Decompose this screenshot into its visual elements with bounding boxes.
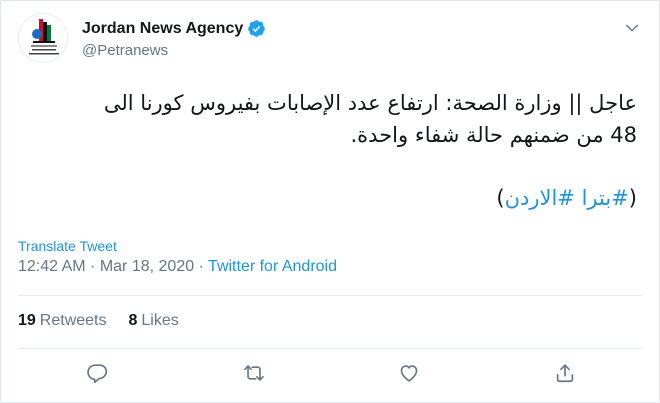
agency-logo-icon xyxy=(19,14,67,62)
hashtag-line: (#بترا #الاردن) xyxy=(496,182,637,214)
retweets-count: 19 xyxy=(18,312,36,329)
author-name[interactable]: Jordan News Agency xyxy=(82,20,243,38)
reply-icon xyxy=(87,364,108,384)
paren-close: ) xyxy=(496,186,505,210)
meta-separator: · xyxy=(85,258,100,275)
like-button[interactable] xyxy=(397,361,421,385)
divider xyxy=(18,295,642,296)
share-button[interactable] xyxy=(553,361,577,385)
action-bar xyxy=(1,361,660,391)
tweet-stats: 19 Retweets 8 Likes xyxy=(18,312,201,330)
reply-button[interactable] xyxy=(85,361,109,385)
divider xyxy=(18,348,642,349)
tweet-card: Jordan News Agency @Petranews عاجل || وز… xyxy=(0,0,660,403)
likes-stat[interactable]: 8 Likes xyxy=(129,312,179,330)
translate-tweet-link[interactable]: Translate Tweet xyxy=(18,238,117,254)
retweet-button[interactable] xyxy=(242,361,266,385)
likes-count: 8 xyxy=(128,312,138,329)
paren-open: ( xyxy=(628,186,637,210)
tweet-text-line-2: 48 من ضمنهم حالة شفاء واحدة. xyxy=(350,123,638,147)
meta-separator: · xyxy=(194,258,209,275)
hashtag-petra[interactable]: #بترا xyxy=(582,186,629,210)
caret-down-icon[interactable] xyxy=(623,19,641,37)
retweets-label: Retweets xyxy=(39,312,107,329)
tweet-time[interactable]: 12:42 AM xyxy=(18,258,86,275)
avatar[interactable] xyxy=(18,13,68,63)
author-handle[interactable]: @Petranews xyxy=(82,42,168,59)
author-name-row[interactable]: Jordan News Agency xyxy=(82,19,266,38)
tweet-text: عاجل || وزارة الصحة: ارتفاع عدد الإصابات… xyxy=(17,87,637,151)
tweet-date[interactable]: Mar 18, 2020 xyxy=(100,258,194,275)
like-icon xyxy=(400,365,418,382)
tweet-source-link[interactable]: Twitter for Android xyxy=(208,258,337,275)
likes-label: Likes xyxy=(141,312,179,329)
retweet-icon xyxy=(244,365,264,381)
hashtag-jordan[interactable]: #الاردن xyxy=(505,186,575,210)
retweets-stat[interactable]: 19 Retweets xyxy=(18,312,107,330)
share-icon xyxy=(556,364,574,383)
tweet-meta: 12:42 AM · Mar 18, 2020 · Twitter for An… xyxy=(18,258,337,276)
tweet-text-line-1: عاجل || وزارة الصحة: ارتفاع عدد الإصابات… xyxy=(103,91,637,115)
verified-badge-icon xyxy=(248,20,266,37)
